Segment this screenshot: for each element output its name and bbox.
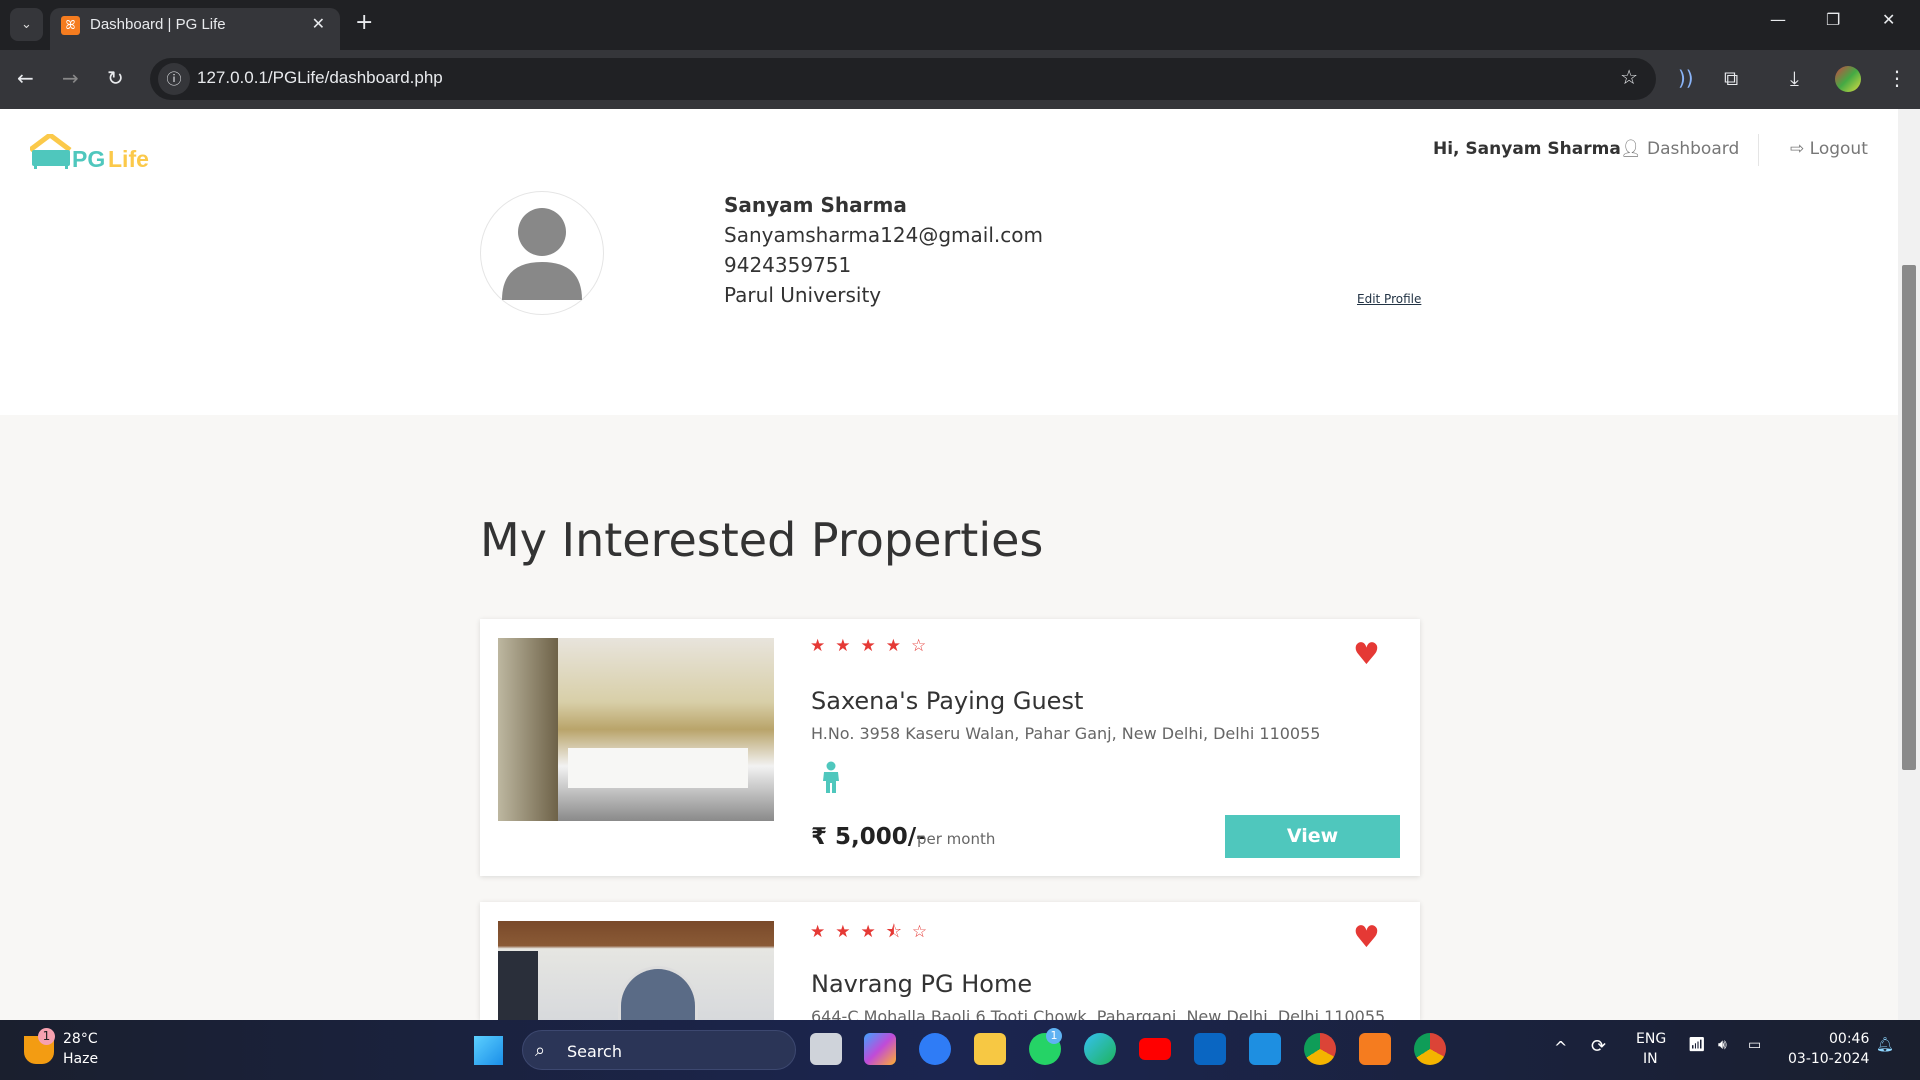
task-view-icon[interactable] <box>810 1033 842 1065</box>
vscode-icon[interactable] <box>1249 1033 1281 1065</box>
user-silhouette-icon <box>502 208 582 300</box>
logout-label: Logout <box>1809 139 1868 159</box>
search-label: Search <box>567 1042 622 1061</box>
svg-text:PG: PG <box>72 146 105 172</box>
interested-heart-icon[interactable]: ♥ <box>1353 637 1380 672</box>
profile-email: Sanyamsharma124@gmail.com <box>724 223 1043 247</box>
star-empty-icon: ☆ <box>910 636 937 656</box>
profile-phone: 9424359751 <box>724 253 852 277</box>
profile-avatar-image <box>480 191 604 315</box>
youtube-icon[interactable] <box>1139 1038 1171 1060</box>
logout-link[interactable]: ⇨ Logout <box>1790 139 1868 159</box>
browser-tab-bar: ⌄ ꕤ Dashboard | PG Life ✕ + — ❐ ✕ <box>0 0 1920 50</box>
site-info-icon[interactable]: ⓘ <box>158 63 190 95</box>
interested-heart-icon[interactable]: ♥ <box>1353 920 1380 955</box>
notification-bell-icon[interactable]: 🔔︎ <box>1876 1037 1894 1053</box>
extensions-icon[interactable]: ⧉ <box>1724 66 1738 90</box>
sync-icon[interactable]: ⟳ <box>1591 1036 1606 1057</box>
property-name: Navrang PG Home <box>811 970 1033 998</box>
bookmark-star-icon[interactable]: ☆ <box>1620 65 1638 89</box>
file-explorer-icon[interactable] <box>974 1033 1006 1065</box>
clock-time[interactable]: 00:46 <box>1829 1031 1869 1047</box>
chrome-icon[interactable] <box>1304 1033 1336 1065</box>
user-icon: 👤︎ <box>1620 139 1647 159</box>
property-name: Saxena's Paying Guest <box>811 687 1084 715</box>
greeting: Hi, Sanyam Sharma <box>1433 139 1621 159</box>
wifi-icon[interactable]: 📶︎ <box>1688 1037 1706 1053</box>
taskbar-search[interactable]: ⌕ Search <box>522 1030 796 1070</box>
tab-search-button[interactable]: ⌄ <box>10 8 43 41</box>
chrome-profile-icon[interactable] <box>1414 1033 1446 1065</box>
property-address: H.No. 3958 Kaseru Walan, Pahar Ganj, New… <box>811 724 1321 743</box>
dashboard-label: Dashboard <box>1647 139 1740 159</box>
property-image[interactable] <box>498 638 774 821</box>
profile-name: Sanyam Sharma <box>724 193 907 217</box>
profile-header: PG Life Hi, Sanyam Sharma 👤︎ Dashboard ⇨… <box>0 109 1898 415</box>
rating-stars: ★★★⯪☆ <box>810 919 937 948</box>
address-bar[interactable]: ⓘ 127.0.0.1/PGLife/dashboard.php ☆ <box>150 58 1656 100</box>
browser-tab[interactable]: ꕤ Dashboard | PG Life ✕ <box>50 8 340 50</box>
minimize-icon[interactable]: — <box>1770 10 1786 29</box>
hidden-icons-chevron[interactable]: ^ <box>1554 1038 1567 1057</box>
page-content: PG Life Hi, Sanyam Sharma 👤︎ Dashboard ⇨… <box>0 109 1898 1026</box>
read-aloud-icon[interactable]: )) <box>1678 66 1694 90</box>
view-button[interactable]: View <box>1225 815 1400 858</box>
xampp-favicon-icon: ꕤ <box>61 16 80 35</box>
xampp-icon[interactable] <box>1359 1033 1391 1065</box>
edge-icon[interactable] <box>1084 1033 1116 1065</box>
clock-date[interactable]: 03-10-2024 <box>1788 1051 1869 1067</box>
section-title: My Interested Properties <box>480 513 1044 567</box>
close-window-icon[interactable]: ✕ <box>1882 10 1895 29</box>
close-tab-icon[interactable]: ✕ <box>312 14 325 33</box>
forward-icon[interactable]: → <box>62 66 79 90</box>
logout-icon: ⇨ <box>1790 139 1810 159</box>
nav-divider <box>1758 134 1759 166</box>
restore-icon[interactable]: ❐ <box>1826 10 1840 29</box>
tab-title: Dashboard | PG Life <box>90 16 226 33</box>
property-card: ★★★⯪☆ ♥ Navrang PG Home 644-C Mohalla Ba… <box>480 902 1420 1026</box>
battery-icon[interactable]: ▭ <box>1748 1037 1761 1053</box>
price-unit: per month <box>917 830 996 848</box>
star-full-icon: ★★★ <box>810 922 886 942</box>
reload-icon[interactable]: ↻ <box>107 66 124 90</box>
new-tab-button[interactable]: + <box>355 10 373 35</box>
url-text[interactable]: 127.0.0.1/PGLife/dashboard.php <box>197 68 443 88</box>
property-card: ★★★★☆ ♥ Saxena's Paying Guest H.No. 3958… <box>480 619 1420 876</box>
pg-life-logo[interactable]: PG Life <box>28 131 150 174</box>
temperature: 28°C <box>63 1031 98 1047</box>
scrollbar-thumb[interactable] <box>1902 265 1916 770</box>
language-in[interactable]: IN <box>1643 1051 1658 1067</box>
profile-college: Parul University <box>724 283 882 307</box>
app-store-icon[interactable] <box>919 1033 951 1065</box>
download-icon[interactable]: ⤓ <box>1790 66 1799 90</box>
language-eng[interactable]: ENG <box>1636 1031 1666 1047</box>
dashboard-link[interactable]: 👤︎ Dashboard <box>1620 139 1739 159</box>
star-full-icon: ★★★★ <box>810 636 911 656</box>
volume-icon[interactable]: 🔊︎ <box>1718 1037 1727 1053</box>
weather-condition: Haze <box>63 1051 99 1067</box>
menu-icon[interactable]: ⋮ <box>1887 66 1907 90</box>
windows-taskbar: 1 28°C Haze ⌕ Search 1 ^ ⟳ ENG IN 📶︎ 🔊︎ … <box>0 1020 1920 1080</box>
back-icon[interactable]: ← <box>17 66 34 90</box>
rating-stars: ★★★★☆ <box>810 636 936 656</box>
copilot-icon[interactable] <box>864 1033 896 1065</box>
linkedin-icon[interactable] <box>1194 1033 1226 1065</box>
svg-text:Life: Life <box>108 146 149 172</box>
weather-badge: 1 <box>38 1028 55 1045</box>
star-half-icon: ⯪ <box>885 922 912 942</box>
male-icon <box>822 761 840 797</box>
profile-avatar[interactable] <box>1835 66 1861 92</box>
property-image[interactable] <box>498 921 774 1020</box>
windows-start-icon[interactable] <box>474 1036 503 1065</box>
browser-toolbar: ← → ↻ ⓘ 127.0.0.1/PGLife/dashboard.php ☆… <box>0 50 1920 109</box>
property-price: ₹ 5,000/- <box>811 824 926 850</box>
edit-profile-link[interactable]: Edit Profile <box>1357 292 1421 306</box>
whatsapp-badge: 1 <box>1046 1028 1062 1044</box>
search-icon: ⌕ <box>535 1040 546 1061</box>
star-empty-icon: ☆ <box>911 922 938 942</box>
